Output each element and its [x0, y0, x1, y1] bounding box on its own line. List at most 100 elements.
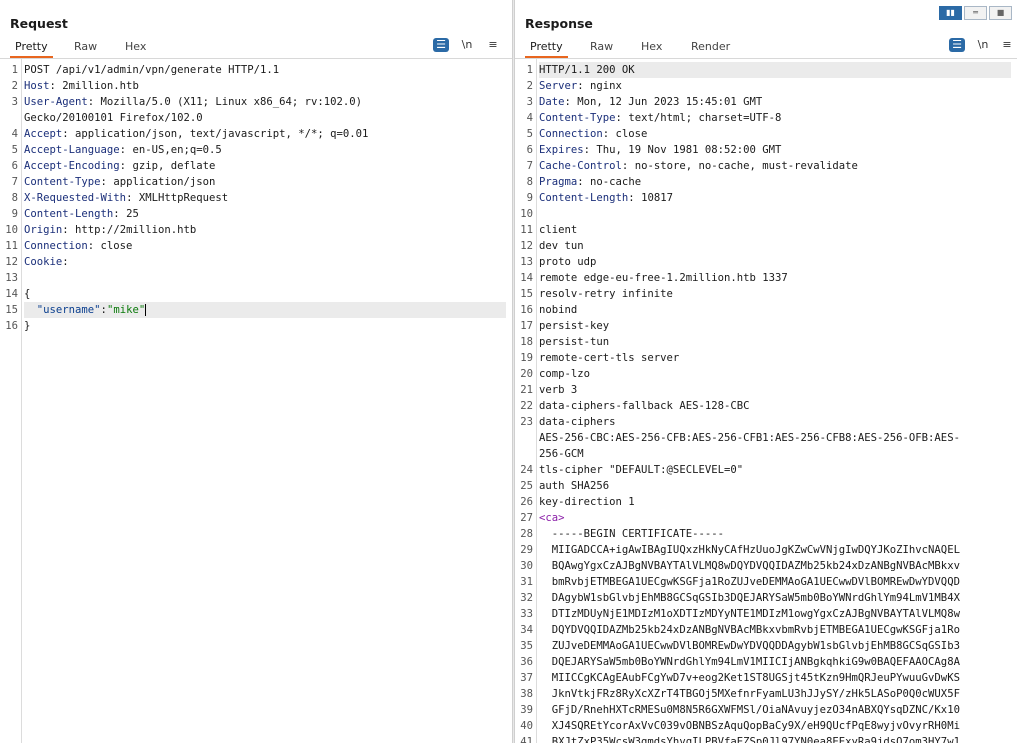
line-number: 36	[520, 656, 533, 668]
line-number: 34	[520, 624, 533, 636]
response-pane: Response Pretty Raw Hex Render ☰ \n ≡ 1H…	[515, 0, 1017, 743]
line-content: POST /api/v1/admin/vpn/generate HTTP/1.1	[24, 62, 506, 78]
line-number: 35	[520, 640, 533, 652]
line-content: 256-GCM	[539, 446, 1011, 462]
code-text: GFjD/RnehHXTcRMESu0M8N5R6GXWFMSl/OiaNAvu…	[539, 704, 960, 716]
request-tabbar: Pretty Raw Hex ☰ \n ≡	[0, 36, 512, 59]
code-line: 28 -----BEGIN CERTIFICATE-----	[515, 526, 1017, 542]
line-number: 27	[520, 512, 533, 524]
request-title: Request	[10, 16, 68, 31]
code-text: remote-cert-tls server	[539, 352, 680, 364]
line-content: "username":"mike"	[24, 302, 506, 318]
code-text: verb 3	[539, 384, 578, 396]
code-text: persist-tun	[539, 336, 610, 348]
response-tab-hex[interactable]: Hex	[636, 40, 667, 58]
code-line: 14 {	[0, 286, 512, 302]
code-line: 1 HTTP/1.1 200 OK	[515, 62, 1017, 78]
response-tab-pretty[interactable]: Pretty	[525, 40, 568, 58]
header-name: Cache-Control	[539, 160, 622, 172]
show-newlines-button[interactable]: \n	[975, 38, 991, 52]
line-content: <ca>	[539, 510, 1011, 526]
line-number: 1	[11, 64, 18, 76]
line-number: 16	[5, 320, 18, 332]
code-line: 11 Connection: close	[0, 238, 512, 254]
line-content: -----BEGIN CERTIFICATE-----	[539, 526, 1011, 542]
code-line: 2 Host: 2million.htb	[0, 78, 512, 94]
response-tab-raw[interactable]: Raw	[585, 40, 618, 58]
header-name: Accept	[24, 128, 63, 140]
code-line: 35 ZUJveDEMMAoGA1UECwwDVlBOMREwDwYDVQQDD…	[515, 638, 1017, 654]
code-text: MIIGADCCA+igAwIBAgIUQxzHkNyCAfHzUuoJgKZw…	[539, 544, 960, 556]
request-editor[interactable]: 1 POST /api/v1/admin/vpn/generate HTTP/1.…	[0, 59, 512, 743]
line-content: Accept-Language: en-US,en;q=0.5	[24, 144, 222, 156]
code-line: 12 dev tun	[515, 238, 1017, 254]
code-line: 30 BQAwgYgxCzAJBgNVBAYTAlVLMQ8wDQYDVQQID…	[515, 558, 1017, 574]
line-number: 9	[526, 192, 533, 204]
code-line: 31 bmRvbjETMBEGA1UECgwKSGFja1RoZUJveDEMM…	[515, 574, 1017, 590]
code-line: 15 "username":"mike"	[0, 302, 512, 318]
code-text: BXJtZxP35WcsW3gmdsYhvqILPBVfaEZSp0Jl97YN…	[539, 736, 960, 743]
line-number: 40	[520, 720, 533, 732]
layout-tabs-button[interactable]: ■	[989, 6, 1012, 20]
text-caret	[145, 304, 147, 316]
header-value: en-US,en;q=0.5	[132, 144, 222, 156]
line-number: 12	[5, 256, 18, 268]
header-value: Thu, 19 Nov 1981 08:52:00 GMT	[596, 144, 782, 156]
header-name: X-Requested-With	[24, 192, 127, 204]
line-content: XJ4SQREtYcorAxVvC039vOBNBSzAquQopBaCy9X/…	[539, 718, 1011, 734]
layout-stacked-button[interactable]: ═	[964, 6, 987, 20]
line-content: bmRvbjETMBEGA1UECgwKSGFja1RoZUJveDEMMAoG…	[539, 574, 1011, 590]
code-line: 37 MIICCgKCAgEAubFCgYwD7v+eog2Ket1ST8UGS…	[515, 670, 1017, 686]
code-text: -----BEGIN CERTIFICATE-----	[539, 528, 724, 540]
layout-side-by-side-button[interactable]: ▮▮	[939, 6, 962, 20]
code-line: Gecko/20100101 Firefox/102.0	[0, 110, 512, 126]
code-line: 9 Content-Length: 25	[0, 206, 512, 222]
code-line: 3 Date: Mon, 12 Jun 2023 15:45:01 GMT	[515, 94, 1017, 110]
response-editor[interactable]: 1 HTTP/1.1 200 OK 2 Server: nginx 3 Date: Mon…	[515, 59, 1017, 743]
code-text: JknVtkjFRz8RyXcXZrT4TBGOj5MXefnrFyamLU3h…	[539, 688, 960, 700]
code-text: ZUJveDEMMAoGA1UECwwDVlBOMREwDwYDVQQDDAgy…	[539, 640, 960, 652]
request-menu-icon[interactable]: ≡	[485, 38, 501, 52]
header-name: User-Agent	[24, 96, 88, 108]
line-content: Server: nginx	[539, 80, 622, 92]
line-number: 6	[11, 160, 18, 172]
wrap-lines-icon[interactable]: ☰	[433, 38, 449, 52]
line-content: JknVtkjFRz8RyXcXZrT4TBGOj5MXefnrFyamLU3h…	[539, 686, 1011, 702]
header-value: 2million.htb	[62, 80, 139, 92]
line-content: BXJtZxP35WcsW3gmdsYhvqILPBVfaEZSp0Jl97YN…	[539, 734, 1011, 743]
line-content: Content-Length: 10817	[539, 192, 673, 204]
header-name: Accept-Language	[24, 144, 120, 156]
code-line: 33 DTIzMDUyNjE1MDIzM1oXDTIzMDYyNTE1MDIzM…	[515, 606, 1017, 622]
line-content: key-direction 1	[539, 494, 1011, 510]
code-text: DAgybW1sbGlvbjEhMB8GCSqGSIb3DQEJARYSaW5m…	[539, 592, 960, 604]
request-tab-raw[interactable]: Raw	[69, 40, 102, 58]
line-number: 4	[526, 112, 533, 124]
show-newlines-button[interactable]: \n	[459, 38, 475, 52]
code-line: 2 Server: nginx	[515, 78, 1017, 94]
code-line: 25 auth SHA256	[515, 478, 1017, 494]
header-value: application/json, text/javascript, */*; …	[75, 128, 369, 140]
line-content: Accept-Encoding: gzip, deflate	[24, 160, 216, 172]
code-text: dev tun	[539, 240, 584, 252]
code-line: 26 key-direction 1	[515, 494, 1017, 510]
line-number: 5	[526, 128, 533, 140]
request-tab-hex[interactable]: Hex	[120, 40, 151, 58]
code-text: AES-256-CBC:AES-256-CFB:AES-256-CFB1:AES…	[539, 432, 960, 444]
code-text: POST /api/v1/admin/vpn/generate HTTP/1.1	[24, 64, 280, 76]
line-number: 21	[520, 384, 533, 396]
header-name: Date	[539, 96, 565, 108]
line-number: 9	[11, 208, 18, 220]
wrap-lines-icon[interactable]: ☰	[949, 38, 965, 52]
response-tab-render[interactable]: Render	[686, 40, 735, 58]
code-line: 21 verb 3	[515, 382, 1017, 398]
response-menu-icon[interactable]: ≡	[999, 38, 1015, 52]
request-tab-pretty[interactable]: Pretty	[10, 40, 53, 58]
header-value: 10817	[641, 192, 673, 204]
line-content: nobind	[539, 302, 1011, 318]
code-text: XJ4SQREtYcorAxVvC039vOBNBSzAquQopBaCy9X/…	[539, 720, 960, 732]
line-content: X-Requested-With: XMLHttpRequest	[24, 192, 229, 204]
line-content: data-ciphers-fallback AES-128-CBC	[539, 398, 1011, 414]
code-line: 6 Expires: Thu, 19 Nov 1981 08:52:00 GMT	[515, 142, 1017, 158]
line-content: User-Agent: Mozilla/5.0 (X11; Linux x86_…	[24, 96, 363, 108]
code-line: 4 Content-Type: text/html; charset=UTF-8	[515, 110, 1017, 126]
